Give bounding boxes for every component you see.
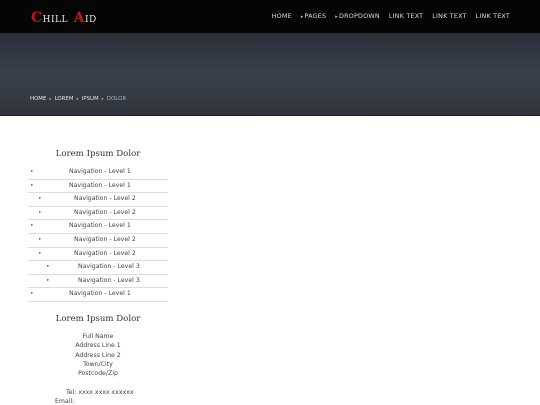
tel-value: xxxx xxxx xxxxxx (78, 389, 134, 396)
page-header-banner (0, 33, 540, 116)
dropdown-arrow-icon: ▸ (300, 14, 304, 20)
menu-item-label: Navigation - Level 3 (78, 263, 140, 271)
breadcrumb-separator-icon: ▸ (101, 96, 104, 102)
bullet-icon: ▸ (47, 264, 50, 270)
menu-item-label: Navigation - Level 1 (69, 222, 131, 230)
tel-label: Tel: (66, 389, 77, 396)
bullet-icon: ▸ (39, 236, 42, 242)
main-nav: HOME ▸PAGES ▸DROPDOWN LINK TEXT LINK TEX… (272, 12, 510, 20)
menu-item-label: Navigation - Level 1 (69, 290, 131, 298)
bullet-icon: ▸ (39, 250, 42, 256)
breadcrumb-separator-icon: ▸ (76, 96, 79, 102)
nav-home[interactable]: HOME (272, 12, 292, 20)
contact-address: Full Name Address Line 1 Address Line 2 … (28, 332, 168, 378)
menu-item-label: Navigation - Level 1 (69, 168, 131, 175)
dropdown-arrow-icon: ▸ (335, 14, 339, 20)
contact-postcode: Postcode/Zip (78, 370, 118, 378)
bullet-icon: ▸ (31, 182, 34, 188)
contact-title: Lorem Ipsum Dolor (55, 314, 141, 324)
nav-dropdown[interactable]: ▸DROPDOWN (335, 12, 380, 20)
menu-item-level-1[interactable]: ▸ Navigation - Level 1 (28, 166, 168, 180)
menu-item-level-2[interactable]: ▸ Navigation - Level 2 (28, 193, 168, 207)
logo-text-hill: HILL (42, 15, 69, 25)
breadcrumb-home[interactable]: HOME (30, 96, 46, 102)
menu-item-level-1[interactable]: ▸ Navigation - Level 1 (28, 288, 168, 302)
bullet-icon: ▸ (39, 209, 42, 215)
menu-item-level-2[interactable]: ▸ Navigation - Level 2 (28, 248, 168, 262)
bullet-icon: ▸ (31, 169, 34, 174)
breadcrumb-separator-icon: ▸ (49, 96, 52, 102)
email-label: Email: (55, 398, 75, 405)
contact-email: Email: (55, 398, 74, 405)
contact-town: Town/City (83, 360, 113, 368)
breadcrumb-current: DOLOR (106, 96, 127, 102)
menu-item-label: Navigation - Level 2 (74, 249, 136, 257)
menu-item-level-3[interactable]: ▸ Navigation - Level 3 (28, 275, 168, 289)
logo-letter-c: C (31, 10, 43, 26)
menu-item-label: Navigation - Level 1 (69, 181, 131, 189)
site-logo[interactable]: CHILL AID (31, 9, 97, 28)
nav-pages-label: PAGES (304, 12, 327, 20)
sidebar-title: Lorem Ipsum Dolor (55, 149, 141, 159)
menu-item-level-3[interactable]: ▸ Navigation - Level 3 (28, 261, 168, 275)
contact-full-name: Full Name (82, 333, 114, 340)
nav-link-1[interactable]: LINK TEXT (389, 12, 423, 20)
menu-item-label: Navigation - Level 2 (74, 208, 136, 216)
breadcrumb-lorem[interactable]: LOREM (55, 96, 74, 102)
nav-pages[interactable]: ▸PAGES (301, 12, 326, 20)
menu-item-level-2[interactable]: ▸ Navigation - Level 2 (28, 234, 168, 248)
breadcrumb-ipsum[interactable]: IPSUM (82, 96, 99, 102)
contact-telephone: Tel: xxxx xxxx xxxxxx (66, 389, 134, 396)
menu-item-label: Navigation - Level 3 (78, 276, 140, 284)
sidebar-menu: ▸ Navigation - Level 1 ▸ Navigation - Leve… (28, 166, 168, 302)
menu-item-level-1[interactable]: ▸ Navigation - Level 1 (28, 180, 168, 194)
contact-widget: Lorem Ipsum Dolor (28, 313, 168, 325)
nav-dropdown-label: DROPDOWN (339, 12, 380, 20)
sidebar-navigation: Lorem Ipsum Dolor ▸ Navigation - Level 1 … (28, 148, 168, 302)
top-navbar: CHILL AID HOME ▸PAGES ▸DROPDOWN LINK TEX… (0, 0, 540, 33)
bullet-icon: ▸ (47, 277, 50, 283)
bullet-icon: ▸ (39, 196, 42, 202)
nav-link-3[interactable]: LINK TEXT (476, 12, 510, 20)
menu-item-level-1[interactable]: ▸ Navigation - Level 1 (28, 220, 168, 234)
breadcrumb: HOME ▸ LOREM ▸ IPSUM ▸ DOLOR (30, 96, 126, 102)
contact-address-line-2: Address Line 2 (75, 351, 121, 359)
bullet-icon: ▸ (31, 291, 34, 297)
nav-link-2[interactable]: LINK TEXT (432, 12, 466, 20)
menu-item-level-2[interactable]: ▸ Navigation - Level 2 (28, 207, 168, 221)
menu-item-label: Navigation - Level 2 (74, 195, 136, 203)
logo-text-id: ID (84, 15, 97, 25)
bullet-icon: ▸ (31, 223, 34, 229)
logo-letter-a: A (73, 10, 85, 26)
menu-item-label: Navigation - Level 2 (74, 235, 136, 243)
contact-address-line-1: Address Line 1 (75, 342, 121, 350)
